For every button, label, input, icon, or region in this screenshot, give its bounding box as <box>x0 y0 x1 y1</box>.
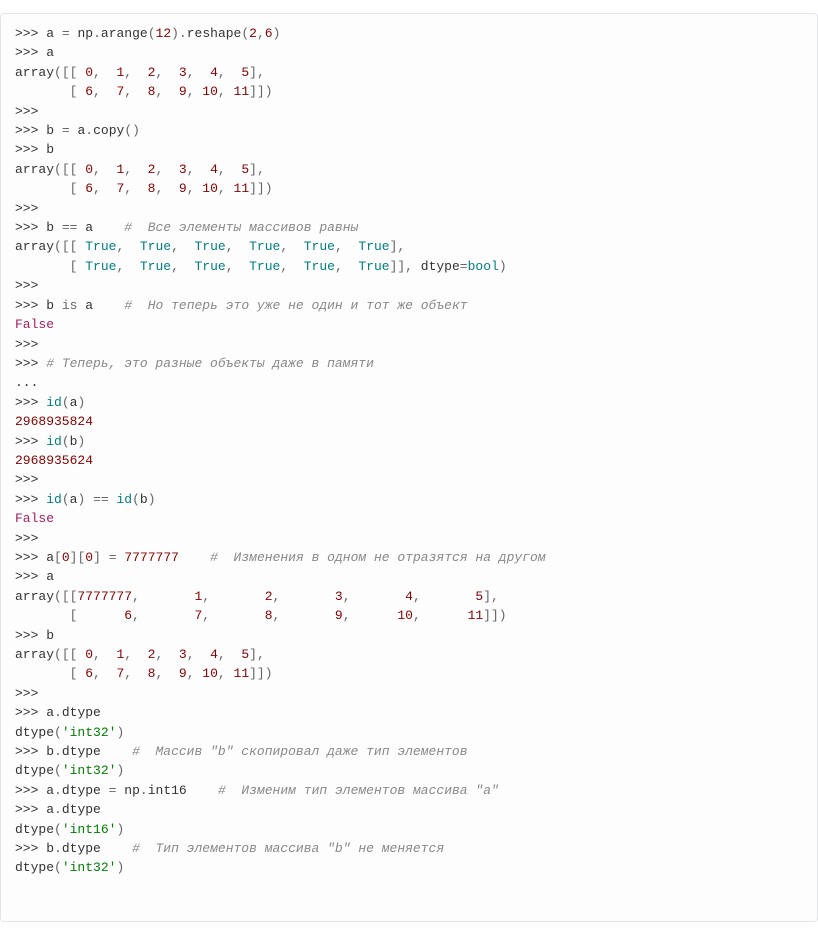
prompt: >>> <box>15 434 38 449</box>
out-array: array <box>15 647 54 662</box>
dtype-out: dtype <box>15 822 54 837</box>
comment: # Все элементы массивов равны <box>124 220 358 235</box>
prompt: >>> <box>15 569 38 584</box>
np: np <box>77 26 93 41</box>
out-array: array <box>15 162 54 177</box>
prompt: >>> <box>15 686 38 701</box>
false-out: False <box>15 511 54 526</box>
prompt-cont: ... <box>15 375 38 390</box>
prompt: >>> <box>15 104 38 119</box>
id-a-out: 2968935824 <box>15 414 93 429</box>
id-b-out: 2968935624 <box>15 453 93 468</box>
big-num: 7777777 <box>124 550 179 565</box>
comment: # Массив "b" скопировал даже тип элемент… <box>132 744 467 759</box>
num-6: 6 <box>265 26 273 41</box>
num-12: 12 <box>156 26 172 41</box>
prompt: >>> <box>15 123 38 138</box>
reshape: reshape <box>187 26 242 41</box>
prompt: >>> <box>15 744 38 759</box>
prompt: >>> <box>15 395 38 410</box>
prompt: >>> <box>15 298 38 313</box>
prompt: >>> <box>15 220 38 235</box>
comment: # Изменения в одном не отразятся на друг… <box>210 550 545 565</box>
prompt: >>> <box>15 278 38 293</box>
out-array: array <box>15 239 54 254</box>
false-out: False <box>15 317 54 332</box>
prompt: >>> <box>15 841 38 856</box>
prompt: >>> <box>15 142 38 157</box>
prompt: >>> <box>15 337 38 352</box>
id-fn: id <box>46 395 62 410</box>
var-b: b <box>46 123 54 138</box>
prompt: >>> <box>15 550 38 565</box>
prompt: >>> <box>15 531 38 546</box>
dtype-out: dtype <box>15 763 54 778</box>
out-array: array <box>15 589 54 604</box>
var-b: b <box>46 142 54 157</box>
var-a: a <box>46 26 54 41</box>
is-op: is <box>62 298 78 313</box>
prompt: >>> <box>15 472 38 487</box>
prompt: >>> <box>15 26 38 41</box>
num-2: 2 <box>249 26 257 41</box>
prompt: >>> <box>15 783 38 798</box>
comment: # Но теперь это уже не один и тот же объ… <box>124 298 467 313</box>
out-array: array <box>15 65 54 80</box>
prompt: >>> <box>15 705 38 720</box>
code-block: >>> a = np.arange(12).reshape(2,6) >>> a… <box>0 13 818 922</box>
comment: # Изменим тип элементов массива "a" <box>218 783 499 798</box>
prompt: >>> <box>15 802 38 817</box>
comment: # Тип элементов массива "b" не меняется <box>132 841 444 856</box>
prompt: >>> <box>15 201 38 216</box>
dtype-out: dtype <box>15 860 54 875</box>
prompt: >>> <box>15 628 38 643</box>
comment: # Теперь, это разные объекты даже в памя… <box>46 356 374 371</box>
var-a: a <box>46 45 54 60</box>
prompt: >>> <box>15 492 38 507</box>
dtype-out: dtype <box>15 725 54 740</box>
id-fn: id <box>46 434 62 449</box>
prompt: >>> <box>15 356 38 371</box>
op-eq: = <box>62 26 70 41</box>
copy: copy <box>93 123 124 138</box>
prompt: >>> <box>15 45 38 60</box>
arange: arange <box>101 26 148 41</box>
